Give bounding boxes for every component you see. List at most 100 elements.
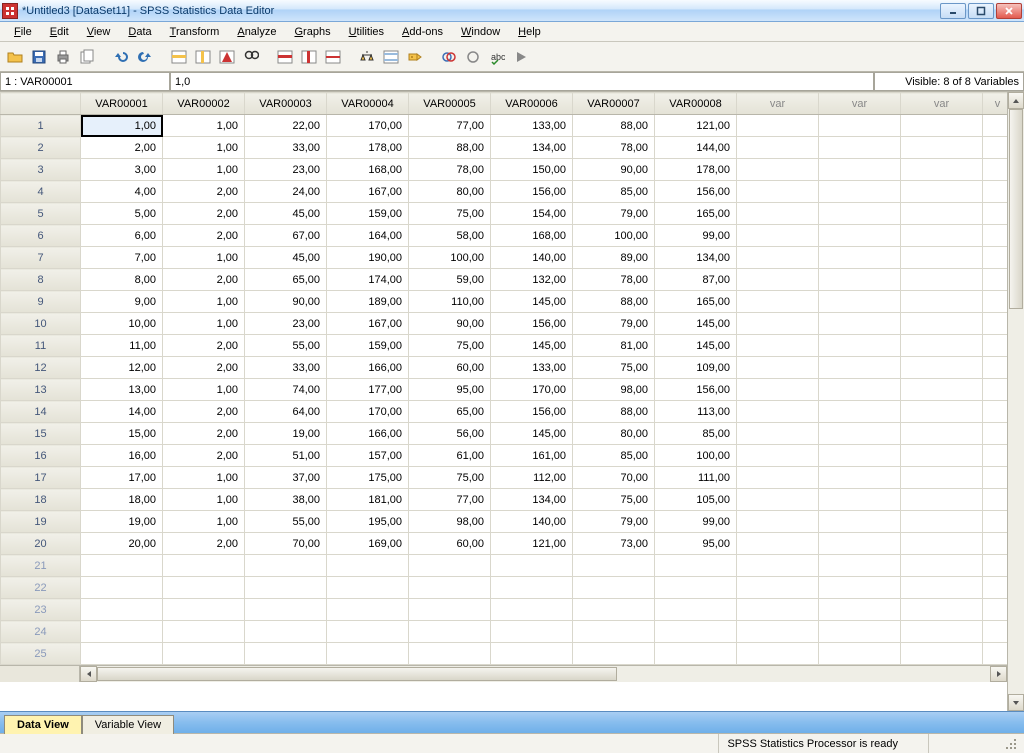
data-cell[interactable] [983, 181, 1008, 203]
data-cell[interactable]: 79,00 [573, 313, 655, 335]
data-cell[interactable]: 121,00 [655, 115, 737, 137]
data-cell[interactable]: 61,00 [409, 445, 491, 467]
data-cell[interactable]: 159,00 [327, 203, 409, 225]
data-cell[interactable]: 60,00 [409, 357, 491, 379]
data-cell[interactable]: 64,00 [245, 401, 327, 423]
data-cell[interactable] [819, 203, 901, 225]
data-cell[interactable] [901, 423, 983, 445]
use-sets-icon[interactable] [438, 46, 460, 68]
data-cell[interactable] [409, 643, 491, 665]
data-cell[interactable]: 99,00 [655, 511, 737, 533]
data-cell[interactable]: 75,00 [573, 357, 655, 379]
data-cell[interactable]: 145,00 [491, 291, 573, 313]
data-cell[interactable] [901, 269, 983, 291]
menu-utilities[interactable]: Utilities [341, 24, 392, 40]
data-cell[interactable]: 18,00 [81, 489, 163, 511]
row-header[interactable]: 17 [1, 467, 81, 489]
data-cell[interactable]: 75,00 [409, 203, 491, 225]
data-cell[interactable]: 79,00 [573, 511, 655, 533]
data-cell[interactable]: 19,00 [81, 511, 163, 533]
column-header[interactable]: VAR00005 [409, 93, 491, 115]
data-cell[interactable]: 51,00 [245, 445, 327, 467]
data-cell[interactable]: 89,00 [573, 247, 655, 269]
data-cell[interactable]: 2,00 [163, 401, 245, 423]
resize-grip-icon[interactable] [1004, 737, 1018, 751]
data-cell[interactable] [819, 643, 901, 665]
data-cell[interactable] [901, 555, 983, 577]
data-cell[interactable] [737, 599, 819, 621]
data-cell[interactable]: 98,00 [409, 511, 491, 533]
data-cell[interactable] [819, 115, 901, 137]
data-cell[interactable]: 164,00 [327, 225, 409, 247]
data-cell[interactable]: 70,00 [573, 467, 655, 489]
row-header[interactable]: 25 [1, 643, 81, 665]
data-cell[interactable] [81, 599, 163, 621]
data-cell[interactable] [983, 357, 1008, 379]
data-cell[interactable] [819, 577, 901, 599]
scroll-down-icon[interactable] [1008, 694, 1024, 711]
vscroll-thumb[interactable] [1009, 109, 1023, 309]
data-cell[interactable] [737, 269, 819, 291]
data-cell[interactable]: 166,00 [327, 423, 409, 445]
data-cell[interactable]: 60,00 [409, 533, 491, 555]
data-cell[interactable]: 80,00 [573, 423, 655, 445]
data-cell[interactable]: 98,00 [573, 379, 655, 401]
save-icon[interactable] [28, 46, 50, 68]
data-cell[interactable] [737, 159, 819, 181]
data-cell[interactable] [491, 599, 573, 621]
data-cell[interactable]: 45,00 [245, 203, 327, 225]
data-cell[interactable] [819, 379, 901, 401]
data-cell[interactable] [983, 577, 1008, 599]
data-cell[interactable]: 145,00 [655, 313, 737, 335]
data-cell[interactable]: 77,00 [409, 115, 491, 137]
data-cell[interactable]: 12,00 [81, 357, 163, 379]
data-cell[interactable] [737, 489, 819, 511]
data-cell[interactable]: 2,00 [163, 423, 245, 445]
data-cell[interactable]: 55,00 [245, 511, 327, 533]
row-header[interactable]: 23 [1, 599, 81, 621]
data-cell[interactable]: 58,00 [409, 225, 491, 247]
data-cell[interactable] [163, 599, 245, 621]
data-cell[interactable] [901, 247, 983, 269]
data-cell[interactable] [737, 203, 819, 225]
data-cell[interactable]: 109,00 [655, 357, 737, 379]
data-cell[interactable]: 78,00 [409, 159, 491, 181]
column-header[interactable]: VAR00002 [163, 93, 245, 115]
data-cell[interactable]: 157,00 [327, 445, 409, 467]
data-cell[interactable]: 190,00 [327, 247, 409, 269]
column-header[interactable]: VAR00001 [81, 93, 163, 115]
data-cell[interactable]: 95,00 [655, 533, 737, 555]
data-cell[interactable]: 19,00 [245, 423, 327, 445]
data-cell[interactable] [901, 467, 983, 489]
data-cell[interactable] [409, 555, 491, 577]
menu-edit[interactable]: Edit [42, 24, 77, 40]
column-header[interactable]: var [819, 93, 901, 115]
data-cell[interactable]: 1,00 [81, 115, 163, 137]
data-cell[interactable]: 88,00 [573, 401, 655, 423]
data-cell[interactable]: 133,00 [491, 357, 573, 379]
value-labels-icon[interactable] [404, 46, 426, 68]
goto-var-icon[interactable] [192, 46, 214, 68]
data-cell[interactable]: 170,00 [491, 379, 573, 401]
data-cell[interactable]: 156,00 [655, 181, 737, 203]
data-cell[interactable]: 70,00 [245, 533, 327, 555]
data-cell[interactable]: 167,00 [327, 181, 409, 203]
show-all-icon[interactable] [462, 46, 484, 68]
data-cell[interactable] [983, 203, 1008, 225]
data-cell[interactable]: 33,00 [245, 357, 327, 379]
data-cell[interactable]: 110,00 [409, 291, 491, 313]
menu-window[interactable]: Window [453, 24, 508, 40]
data-cell[interactable]: 85,00 [573, 445, 655, 467]
data-cell[interactable]: 2,00 [163, 203, 245, 225]
menu-analyze[interactable]: Analyze [229, 24, 284, 40]
data-cell[interactable] [819, 621, 901, 643]
menu-transform[interactable]: Transform [162, 24, 228, 40]
data-cell[interactable] [327, 555, 409, 577]
menu-file[interactable]: File [6, 24, 40, 40]
data-cell[interactable]: 6,00 [81, 225, 163, 247]
data-cell[interactable]: 170,00 [327, 401, 409, 423]
data-cell[interactable] [819, 533, 901, 555]
data-cell[interactable] [81, 643, 163, 665]
data-cell[interactable]: 81,00 [573, 335, 655, 357]
data-cell[interactable] [245, 577, 327, 599]
